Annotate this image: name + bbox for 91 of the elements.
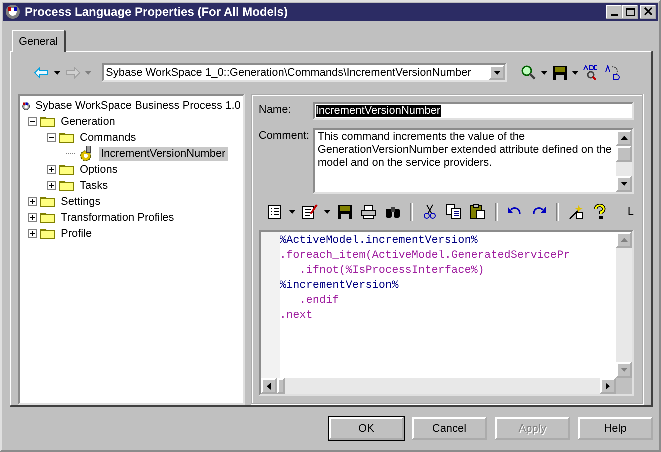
down-arrow-icon xyxy=(620,368,628,372)
replace-icon xyxy=(605,64,621,81)
tree-item[interactable]: Generation xyxy=(59,114,118,129)
folder-icon xyxy=(40,227,56,240)
dropdown-caret-icon[interactable] xyxy=(288,210,296,214)
code-line: .foreach_item(ActiveModel.GeneratedServicePr xyxy=(280,248,572,264)
maximize-button[interactable] xyxy=(622,5,638,19)
wand-icon xyxy=(568,204,584,220)
toolbar-label: L xyxy=(628,206,634,218)
code-line: .ifnot(%IsProcessInterface%) xyxy=(298,264,486,279)
paste-button[interactable] xyxy=(468,202,488,222)
dropdown-button[interactable] xyxy=(489,65,505,80)
expand-toggle[interactable] xyxy=(28,197,37,206)
dropdown-caret-icon xyxy=(494,70,500,75)
code-line: .next xyxy=(280,308,314,324)
plus-icon xyxy=(48,166,55,174)
dropdown-caret-icon[interactable] xyxy=(324,210,331,214)
minimize-button[interactable] xyxy=(606,5,622,19)
tab[interactable]: General xyxy=(12,30,66,52)
collapse-toggle[interactable] xyxy=(47,133,56,142)
dialog-button[interactable]: Help xyxy=(578,417,653,440)
code-line: .endif xyxy=(298,294,340,309)
scrollbar-corner xyxy=(616,378,632,394)
tree-item[interactable]: IncrementVersionNumber xyxy=(99,146,228,161)
up-arrow-icon xyxy=(620,136,628,140)
dropdown-caret-icon[interactable] xyxy=(541,70,548,75)
up-arrow-icon xyxy=(620,238,628,242)
folder-icon xyxy=(59,163,75,176)
minimize-icon xyxy=(610,14,618,16)
search-icon xyxy=(521,64,537,81)
field-label: Comment: xyxy=(258,128,311,142)
folder-icon xyxy=(40,211,56,224)
dialog-button[interactable]: OK xyxy=(329,417,404,440)
horizontal-scrollbar[interactable] xyxy=(260,378,632,394)
scroll-right-button[interactable] xyxy=(600,378,616,394)
tree-item[interactable]: Commands xyxy=(78,130,138,145)
close-button[interactable] xyxy=(640,5,656,19)
folder-icon xyxy=(40,115,56,128)
tree-item[interactable]: Profile xyxy=(59,226,94,241)
tree-item[interactable]: Settings xyxy=(59,194,103,209)
expand-toggle[interactable] xyxy=(47,181,56,190)
save-icon xyxy=(552,64,568,81)
left-arrow-icon xyxy=(266,382,271,390)
tree-item[interactable]: Transformation Profiles xyxy=(59,210,176,225)
help-icon xyxy=(592,204,608,220)
expand-toggle[interactable] xyxy=(28,213,37,222)
scroll-left-button[interactable] xyxy=(260,378,277,394)
folder-icon xyxy=(59,131,75,144)
save-icon xyxy=(336,204,353,220)
right-arrow-icon xyxy=(606,382,610,390)
dropdown-caret-icon[interactable] xyxy=(54,70,61,75)
scroll-thumb[interactable] xyxy=(616,146,632,162)
copy-icon xyxy=(446,204,462,220)
code-line: %ActiveModel.incrementVersion% xyxy=(280,234,479,249)
tree-item[interactable]: Sybase WorkSpace Business Process 1.0 xyxy=(34,98,243,113)
name-field[interactable]: IncrementVersionNumber xyxy=(312,102,634,120)
window-title: Process Language Properties (For All Models) xyxy=(25,5,289,19)
replace-button[interactable] xyxy=(603,62,623,83)
collapse-toggle[interactable] xyxy=(28,117,37,126)
code-editor[interactable]: %ActiveModel.incrementVersion% .foreach_item(ActiveModel.GeneratedServicePr .ifnot(%IsProcessInterface%) %incrementVersion% .endif .next xyxy=(258,230,634,396)
plus-icon xyxy=(29,198,36,206)
plus-icon xyxy=(29,230,36,238)
spell-check-icon xyxy=(583,64,599,81)
expand-toggle[interactable] xyxy=(28,229,37,238)
copy-button[interactable] xyxy=(444,202,464,222)
paste-icon xyxy=(470,204,486,220)
comment-field[interactable]: This command increments the value of the GenerationVersionNumber extended attribute defined on the model and on the service providers. xyxy=(312,128,634,194)
dropdown-caret-icon[interactable] xyxy=(572,70,579,75)
plus-icon xyxy=(48,182,55,190)
vertical-scrollbar[interactable] xyxy=(616,130,632,192)
folder-icon xyxy=(40,195,56,208)
code-line: %incrementVersion% xyxy=(280,278,400,294)
path-combo-box[interactable]: Sybase WorkSpace 1_0::Generation\Commands\IncrementVersionNumber xyxy=(102,63,507,82)
scroll-down-button[interactable] xyxy=(616,176,632,192)
down-arrow-icon xyxy=(620,182,628,186)
tree-item[interactable]: Tasks xyxy=(78,178,110,193)
plus-icon xyxy=(29,214,36,222)
print-icon xyxy=(360,204,377,220)
cut-icon xyxy=(422,204,438,220)
tree-item[interactable]: Options xyxy=(78,162,120,177)
field-label: Name: xyxy=(258,102,292,116)
dialog-button[interactable]: Cancel xyxy=(412,417,487,440)
edit-icon xyxy=(302,204,318,220)
edit-button[interactable] xyxy=(300,202,320,222)
app-icon xyxy=(5,4,21,20)
list-icon xyxy=(266,204,283,220)
close-icon xyxy=(642,7,654,17)
folder-icon xyxy=(59,179,75,192)
maximize-icon xyxy=(624,7,636,17)
scroll-up-button[interactable] xyxy=(616,130,632,146)
expand-toggle[interactable] xyxy=(47,165,56,174)
